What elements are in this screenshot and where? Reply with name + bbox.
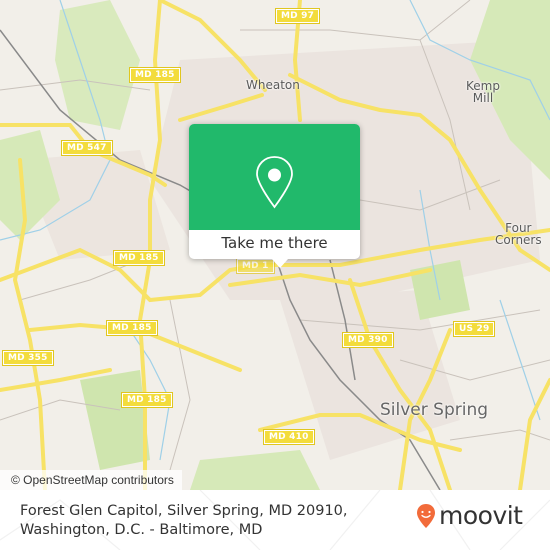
park-area [55,0,140,130]
route-shield-md185: MD 185 [122,393,172,407]
address-line-1: Forest Glen Capitol, Silver Spring, MD 2… [20,503,348,519]
park-area [80,370,150,470]
route-shield-us29: US 29 [454,322,495,336]
park-area [190,450,320,490]
route-shield-md185: MD 185 [114,251,164,265]
popup-header [189,124,360,230]
place-label-kemp-mill: Kemp Mill [466,79,500,105]
location-popup: Take me there [189,124,360,259]
route-shield-md355: MD 355 [3,351,53,365]
place-label-wheaton: Wheaton [246,78,300,92]
route-shield-md97: MD 97 [276,9,320,23]
moovit-wordmark: moovit [439,501,523,530]
place-label-silver-spring: Silver Spring [380,400,489,420]
map-pin-icon [256,156,293,209]
address-line-2: Washington, D.C. - Baltimore, MD [20,522,263,538]
park-area [410,260,470,320]
popup-pointer [272,259,288,268]
route-shield-md185-partial: MD 1 [237,259,274,273]
moovit-pin-icon [417,504,435,528]
moovit-logo[interactable]: moovit [416,500,523,532]
map-attribution[interactable]: © OpenStreetMap contributors [0,470,182,490]
route-shield-md390: MD 390 [343,333,393,347]
route-shield-md185: MD 185 [130,68,180,82]
address-text: Forest Glen Capitol, Silver Spring, MD 2… [20,502,348,540]
take-me-there-button[interactable]: Take me there [189,230,360,259]
route-shield-md547: MD 547 [62,141,112,155]
route-shield-md185: MD 185 [107,321,157,335]
route-shield-md410: MD 410 [264,430,314,444]
footer-bar: Forest Glen Capitol, Silver Spring, MD 2… [0,490,550,550]
place-label-four-corners: Four Corners [495,221,542,247]
